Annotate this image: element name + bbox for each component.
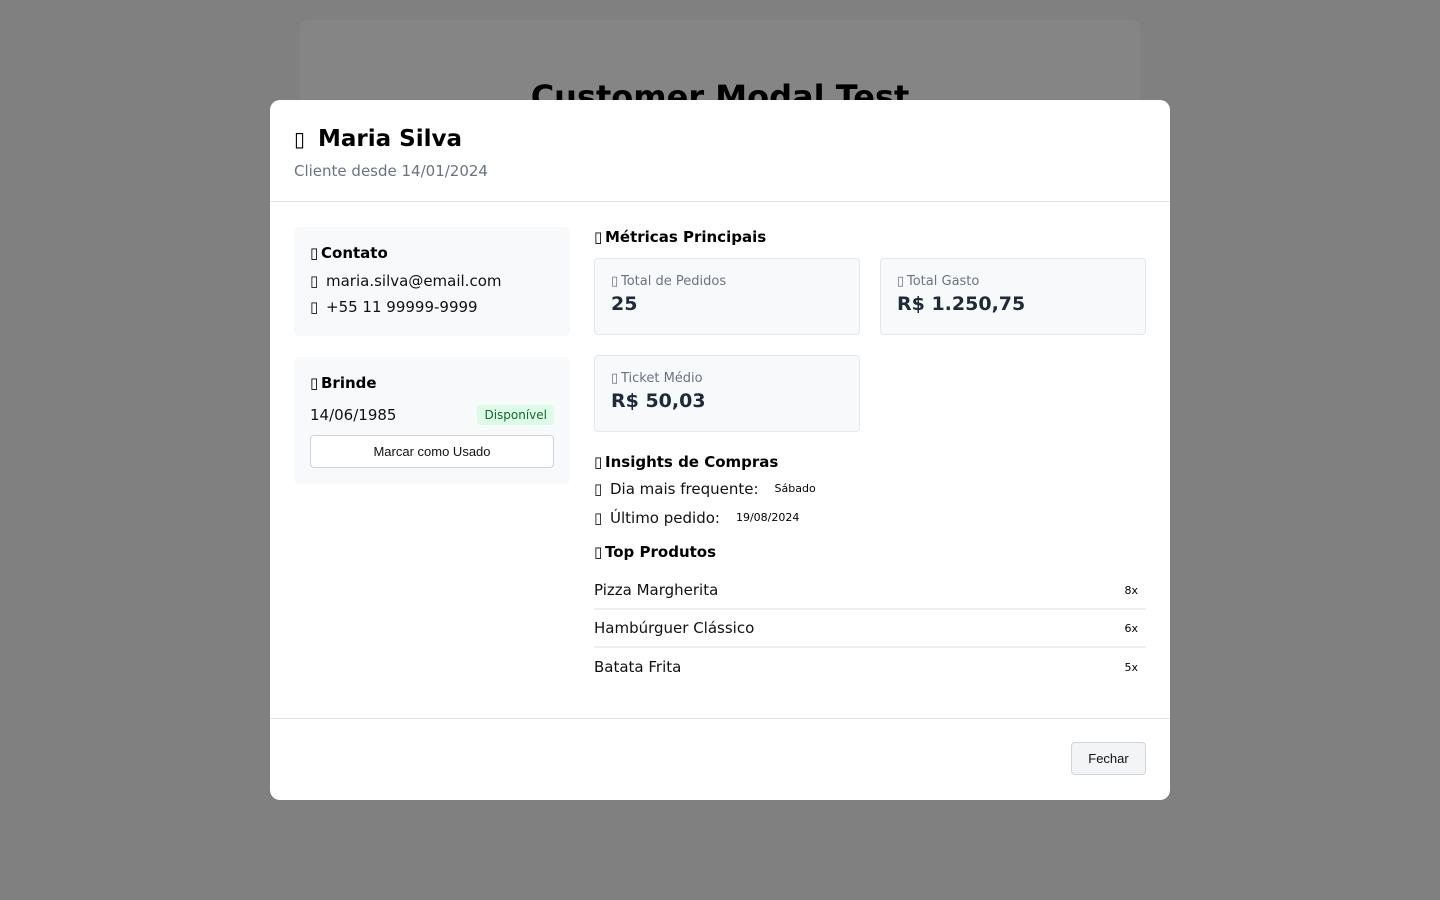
- status-badge: Disponível: [477, 405, 554, 425]
- gift-panel: ▯ Brinde 14/06/1985 Disponível Marcar co…: [294, 357, 570, 484]
- metric-total-spent: ▯ Total Gasto R$ 1.250,75: [880, 258, 1146, 335]
- metric-label: ▯ Total de Pedidos: [611, 274, 843, 289]
- frequent-day-value: Sábado: [774, 482, 816, 495]
- insight-frequent-day: ▯ Dia mais frequente: Sábado: [594, 474, 1146, 503]
- ticket-icon: ▯: [611, 371, 619, 386]
- phone-icon: ▯: [310, 298, 319, 316]
- modal-title: ▯ Maria Silva: [294, 124, 1146, 154]
- customer-name: Maria Silva: [318, 126, 463, 152]
- phone-line: ▯ +55 11 99999-9999: [310, 294, 554, 320]
- insights-title-label: Insights de Compras: [605, 453, 779, 471]
- product-name: Pizza Margherita: [594, 581, 719, 599]
- lightbulb-icon: ▯: [594, 453, 603, 471]
- clock-icon: ▯: [594, 508, 603, 527]
- last-order-label: Último pedido:: [610, 508, 720, 527]
- metric-label: ▯ Ticket Médio: [611, 371, 843, 386]
- modal-footer: Fechar: [270, 718, 1170, 800]
- gift-row: 14/06/1985 Disponível: [310, 403, 554, 427]
- contact-panel: ▯ Contato ▯ maria.silva@email.com ▯ +55 …: [294, 227, 570, 336]
- modal-header: ▯ Maria Silva Cliente desde 14/01/2024: [270, 100, 1170, 202]
- customer-modal: ▯ Maria Silva Cliente desde 14/01/2024 ▯…: [270, 100, 1170, 800]
- gift-icon: ▯: [310, 374, 319, 392]
- product-name: Batata Frita: [594, 658, 682, 676]
- metric-avg-ticket: ▯ Ticket Médio R$ 50,03: [594, 355, 860, 432]
- contact-title: ▯ Contato: [310, 243, 554, 263]
- insights-title: ▯ Insights de Compras: [594, 452, 1146, 472]
- metrics-title: ▯ Métricas Principais: [594, 227, 1146, 247]
- total-spent-value: R$ 1.250,75: [897, 293, 1026, 315]
- phone-book-icon: ▯: [310, 244, 319, 262]
- phone-value: +55 11 99999-9999: [326, 298, 478, 316]
- left-column: ▯ Contato ▯ maria.silva@email.com ▯ +55 …: [294, 227, 570, 484]
- product-count: 5x: [1124, 660, 1138, 674]
- metrics-title-label: Métricas Principais: [605, 228, 767, 246]
- metrics-grid: ▯ Total de Pedidos 25 ▯ Total Gasto R$ 1…: [594, 258, 1146, 432]
- money-icon: ▯: [897, 274, 905, 289]
- contact-title-label: Contato: [321, 244, 388, 262]
- total-spent-label: Total Gasto: [907, 274, 980, 289]
- email-value: maria.silva@email.com: [326, 272, 502, 290]
- package-icon: ▯: [611, 274, 619, 289]
- gift-title: ▯ Brinde: [310, 373, 554, 393]
- frequent-day-label: Dia mais frequente:: [610, 479, 759, 498]
- list-item: Batata Frita 5x: [594, 648, 1146, 686]
- insight-last-order: ▯ Último pedido: 19/08/2024: [594, 503, 1146, 532]
- mark-used-button[interactable]: Marcar como Usado: [310, 435, 554, 468]
- product-count: 6x: [1124, 621, 1138, 635]
- total-orders-value: 25: [611, 293, 638, 315]
- gift-title-label: Brinde: [321, 374, 377, 392]
- list-item: Hambúrguer Clássico 6x: [594, 610, 1146, 648]
- avg-ticket-value: R$ 50,03: [611, 390, 706, 412]
- email-icon: ▯: [310, 272, 319, 290]
- product-count: 8x: [1124, 583, 1138, 597]
- gift-date: 14/06/1985: [310, 406, 397, 424]
- trophy-icon: ▯: [594, 543, 603, 561]
- chart-icon: ▯: [594, 228, 603, 246]
- metric-label: ▯ Total Gasto: [897, 274, 1129, 289]
- close-button[interactable]: Fechar: [1071, 742, 1146, 775]
- customer-since: Cliente desde 14/01/2024: [294, 162, 488, 180]
- total-orders-label: Total de Pedidos: [621, 274, 727, 289]
- right-column: ▯ Métricas Principais ▯ Total de Pedidos…: [594, 227, 1146, 686]
- calendar-icon: ▯: [594, 479, 603, 498]
- email-line: ▯ maria.silva@email.com: [310, 268, 554, 294]
- top-products-title: ▯ Top Produtos: [594, 542, 1146, 562]
- top-products-title-label: Top Produtos: [605, 543, 717, 561]
- product-name: Hambúrguer Clássico: [594, 619, 755, 637]
- insights-list: ▯ Dia mais frequente: Sábado ▯ Último pe…: [594, 474, 1146, 532]
- metric-total-orders: ▯ Total de Pedidos 25: [594, 258, 860, 335]
- list-item: Pizza Margherita 8x: [594, 572, 1146, 610]
- modal-body: ▯ Contato ▯ maria.silva@email.com ▯ +55 …: [270, 202, 1170, 718]
- avg-ticket-label: Ticket Médio: [621, 371, 703, 386]
- top-products-list: Pizza Margherita 8x Hambúrguer Clássico …: [594, 572, 1146, 686]
- last-order-value: 19/08/2024: [735, 511, 800, 524]
- user-icon: ▯: [294, 127, 306, 151]
